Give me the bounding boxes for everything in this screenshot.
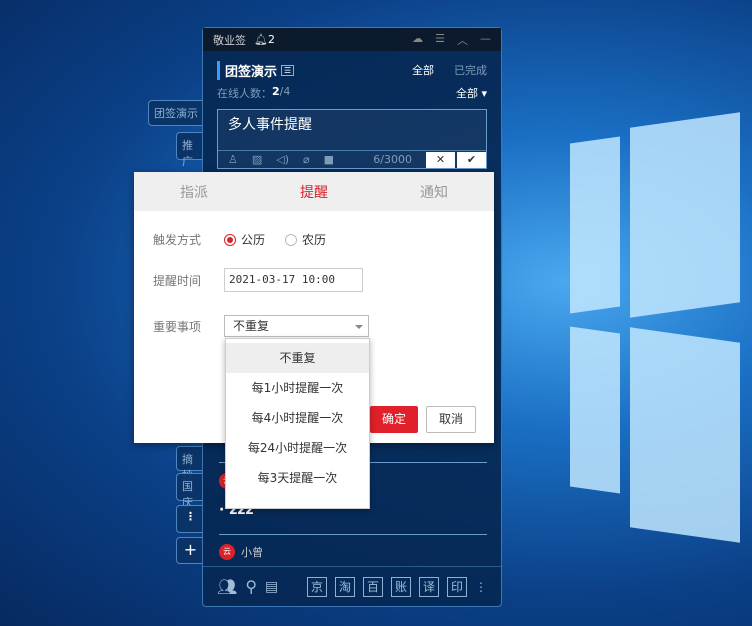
image-icon[interactable]: ▨ [252,153,262,166]
solar-label: 公历 [241,233,266,247]
app-name: 敬业签 [213,33,246,47]
collapse-icon[interactable]: ︿ [457,32,468,48]
calendar-icon[interactable]: ▤ [265,579,278,595]
baidu-shortcut[interactable]: 百 [363,576,383,597]
lunar-label: 农历 [302,233,327,247]
bell-icon[interactable]: 🔔︎ [254,33,268,46]
person-icon[interactable]: ♙ [228,153,238,166]
add-tab-button[interactable]: + [176,537,204,564]
print-shortcut[interactable]: 印 [447,576,467,597]
cloud-sync-icon[interactable]: ☁ [412,32,423,48]
option-every-4h[interactable]: 每4小时提醒一次 [226,403,369,433]
left-tab-excerpt[interactable]: 摘抄 [176,446,204,482]
left-tab-promo[interactable]: 推广 [176,132,204,168]
audio-icon[interactable]: ◁) [276,153,289,166]
option-every-24h[interactable]: 每24小时提醒一次 [226,433,369,463]
editor-text[interactable]: 多人事件提醒 [218,110,486,138]
repeat-dropdown: 不重复 每1小时提醒一次 每4小时提醒一次 每24小时提醒一次 每3天提醒一次 [225,338,370,509]
online-label: 在线人数： [217,87,272,100]
color-icon[interactable]: ■ [324,153,334,166]
trigger-label: 触发方式 [153,233,202,247]
repeat-label: 重要事项 [153,319,202,334]
search-icon[interactable]: ⚲ [245,577,257,596]
contacts-icon[interactable]: 👥︎ [217,577,237,596]
lunar-radio[interactable]: 农历 [285,231,326,248]
bell-count: 2 [267,33,275,46]
more-icon[interactable]: ⋮ [475,580,487,594]
divider [219,534,487,535]
online-total: /4 [279,85,291,98]
left-tab-group[interactable]: 团签演示 [148,100,204,126]
member-filter-label: 全部 [455,87,478,100]
footer-toolbar: 👥︎ ⚲ ▤ 京 淘 百 账 译 印 ⋮ [203,566,501,606]
windows-logo-pane [630,112,740,318]
member-filter-dropdown[interactable]: 全部 ▾ [456,85,487,101]
group-title: 团签演示 [217,60,277,80]
jd-shortcut[interactable]: 京 [307,576,327,597]
windows-logo-pane [570,136,620,314]
taobao-shortcut[interactable]: 淘 [335,576,355,597]
filter-all[interactable]: 全部 [412,62,434,78]
menu-icon[interactable]: ☰ [435,32,445,48]
online-count: 2 [272,85,280,98]
tab-reminder[interactable]: 提醒 [254,182,374,202]
char-count: 6/3000 [373,153,412,166]
account-shortcut[interactable]: 账 [391,576,411,597]
note-editor[interactable]: 多人事件提醒 ♙ ▨ ◁) ⌀ ■ 6/3000 ✕ ✔ [217,109,487,169]
time-label: 提醒时间 [153,273,202,288]
cancel-button[interactable]: 取消 [426,406,476,433]
avatar: 云 [219,544,235,560]
group-info-icon[interactable]: ☰ [281,64,295,76]
list-item-user[interactable]: 云小曾 [219,544,263,560]
discard-button[interactable]: ✕ [426,151,455,168]
reminder-time-input[interactable]: 2021-03-17 10:00 [224,268,363,292]
tab-assign[interactable]: 指派 [134,182,254,202]
windows-logo-pane [570,326,620,494]
translate-shortcut[interactable]: 译 [419,576,439,597]
left-tab-national[interactable]: 国庆 [176,473,204,509]
ok-button[interactable]: 确定 [370,406,418,433]
confirm-button[interactable]: ✔ [457,151,486,168]
option-no-repeat[interactable]: 不重复 [226,343,369,373]
solar-radio[interactable]: 公历 [224,231,265,248]
tab-notify[interactable]: 通知 [374,182,494,202]
option-every-3d[interactable]: 每3天提醒一次 [226,463,369,493]
attachment-icon[interactable]: ⌀ [303,153,310,166]
title-bar: 敬业签 🔔︎ 2 ☁ ☰ ︿ — [203,28,501,51]
minimize-icon[interactable]: — [480,32,491,48]
more-tabs-button[interactable]: ⋮ [176,505,204,533]
user-name: 小曾 [241,546,263,559]
windows-logo-pane [630,327,740,543]
repeat-select[interactable]: 不重复 [224,315,369,337]
filter-done[interactable]: 已完成 [454,62,487,78]
option-every-1h[interactable]: 每1小时提醒一次 [226,373,369,403]
